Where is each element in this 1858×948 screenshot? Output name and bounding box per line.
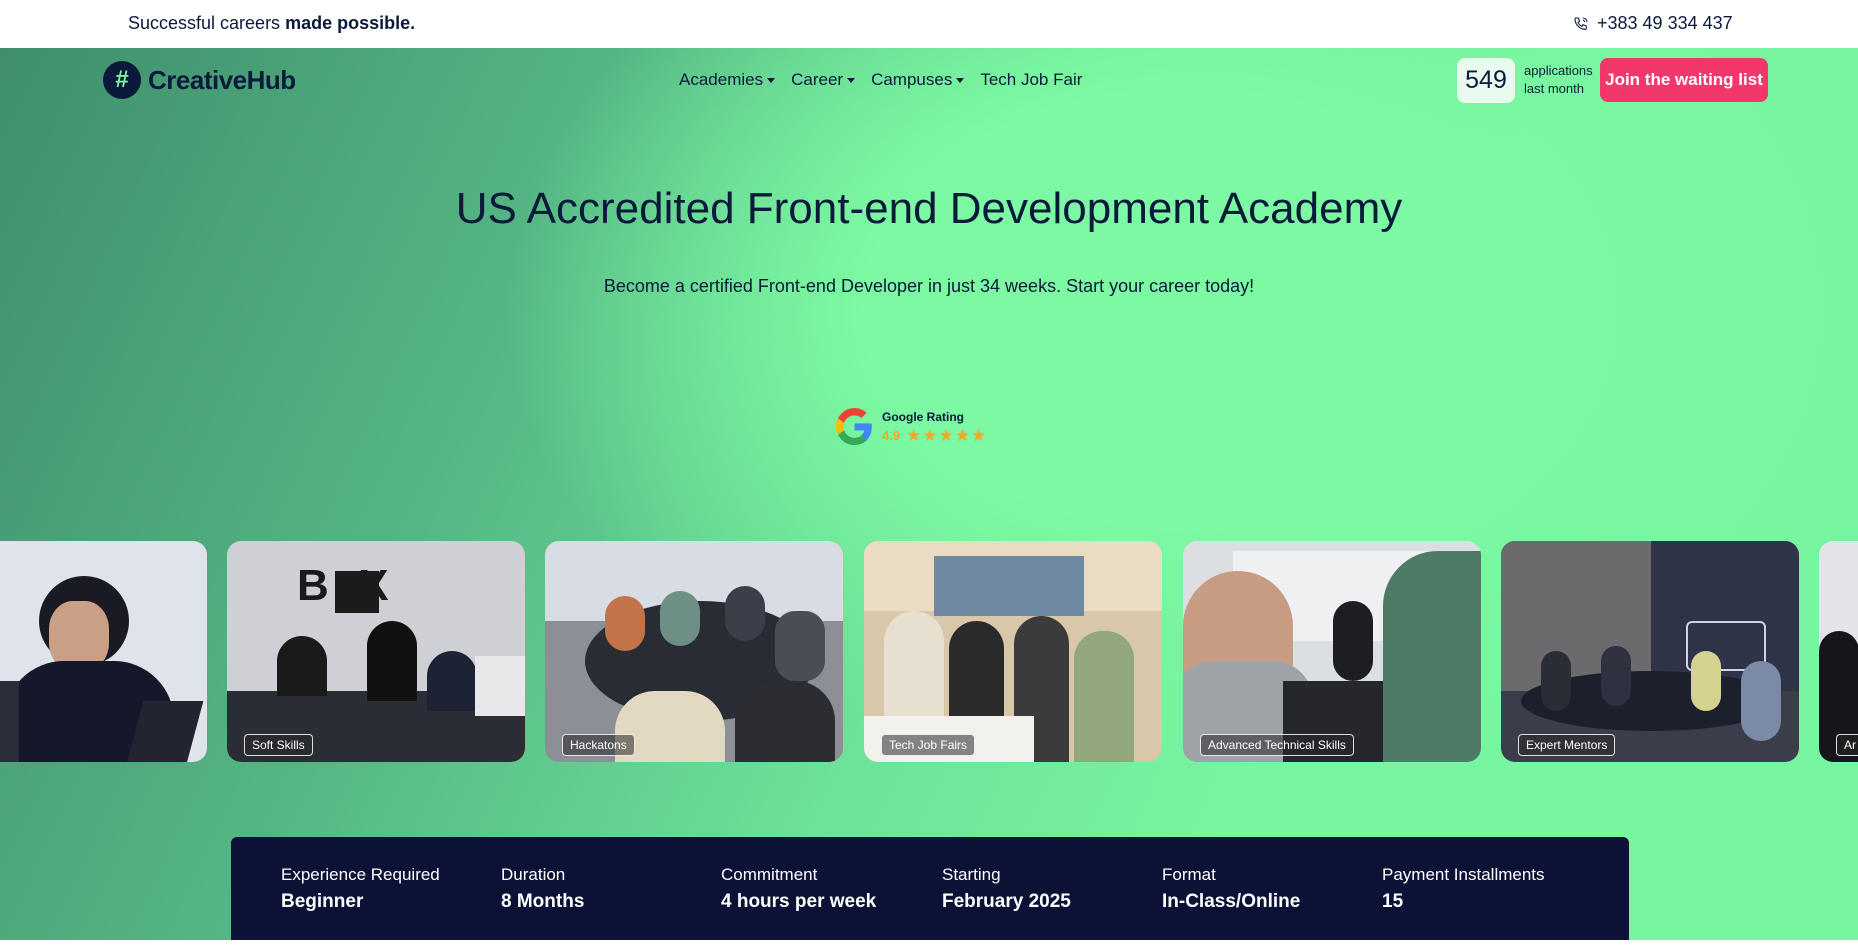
hero-section: # CreativeHub Academies Career Campuses … xyxy=(0,48,1858,940)
rating-score: 4.9 xyxy=(882,427,901,443)
page-subtitle: Become a certified Front-end Developer i… xyxy=(603,276,1255,296)
phone-number: +383 49 334 437 xyxy=(1597,13,1733,33)
main-nav: # CreativeHub Academies Career Campuses … xyxy=(0,48,1858,112)
top-bar: Successful careers made possible. +383 4… xyxy=(0,0,1858,48)
stat-label: Commitment xyxy=(721,865,818,884)
nav-menu: Academies Career Campuses Tech Job Fair xyxy=(679,70,1082,90)
photo-carousel[interactable]: t B X Soft Skills Hackatons Tech Job Fai… xyxy=(0,541,1858,763)
nav-item-label: Career xyxy=(791,70,844,89)
carousel-card[interactable]: Hackatons xyxy=(545,541,843,762)
caret-down-icon xyxy=(767,77,776,83)
nav-item-career[interactable]: Career xyxy=(791,70,856,90)
nav-item-label: Tech Job Fair xyxy=(980,70,1083,89)
page-bottom-strip xyxy=(0,940,1858,948)
nav-item-tech-job-fair[interactable]: Tech Job Fair xyxy=(980,70,1082,90)
tagline-regular: Successful careers xyxy=(128,13,286,33)
logo[interactable]: # CreativeHub xyxy=(103,61,296,99)
applications-label-line1: applications xyxy=(1524,63,1593,78)
applications-counter: 549 xyxy=(1457,58,1515,103)
carousel-card-label: Advanced Technical Skills xyxy=(1200,734,1354,756)
caret-down-icon xyxy=(956,77,965,83)
phone-link[interactable]: +383 49 334 437 xyxy=(1573,13,1733,34)
program-stats: Experience Required Beginner Duration 8 … xyxy=(231,837,1629,948)
stat-commitment: Commitment 4 hours per week xyxy=(721,865,876,913)
stat-experience: Experience Required Beginner xyxy=(281,865,440,913)
logo-mark-glyph: # xyxy=(115,66,129,93)
phone-icon xyxy=(1574,16,1588,30)
carousel-card-label: Hackatons xyxy=(562,734,635,756)
stat-starting: Starting February 2025 xyxy=(942,865,1071,913)
caret-down-icon xyxy=(847,77,856,83)
nav-item-label: Campuses xyxy=(871,70,953,89)
carousel-card-label: Ar xyxy=(1836,734,1858,756)
stat-label: Format xyxy=(1162,865,1216,884)
stat-label: Payment Installments xyxy=(1382,865,1545,884)
nav-item-academies[interactable]: Academies xyxy=(679,70,776,90)
carousel-card-label: Soft Skills xyxy=(244,734,313,756)
stat-label: Experience Required xyxy=(281,865,440,884)
stat-format: Format In-Class/Online xyxy=(1162,865,1300,913)
carousel-card[interactable]: Advanced Technical Skills xyxy=(1183,541,1481,762)
tagline-bold: made possible. xyxy=(285,13,416,33)
carousel-card[interactable]: Expert Mentors xyxy=(1501,541,1799,762)
rating-label: Google Rating xyxy=(882,409,964,424)
nav-item-campuses[interactable]: Campuses xyxy=(871,70,965,90)
rating-row: 4.9 ★★★★★ xyxy=(882,427,987,444)
carousel-card-label: Tech Job Fairs xyxy=(881,734,976,756)
page-title: US Accredited Front-end Development Acad… xyxy=(455,184,1403,233)
stat-payment: Payment Installments 15 xyxy=(1382,865,1545,913)
applications-label: applications last month xyxy=(1524,62,1593,98)
carousel-card[interactable]: t xyxy=(0,541,207,762)
stat-label: Duration xyxy=(501,865,566,884)
stat-value: 4 hours per week xyxy=(721,891,877,912)
stat-value: 15 xyxy=(1382,891,1404,912)
google-icon xyxy=(836,408,872,445)
tagline: Successful careers made possible. xyxy=(128,13,415,34)
carousel-card[interactable]: Ar xyxy=(1819,541,1858,762)
stat-value: February 2025 xyxy=(942,891,1071,912)
stat-value: Beginner xyxy=(281,891,364,912)
stat-value: In-Class/Online xyxy=(1162,891,1301,912)
rating-stars-icon: ★★★★★ xyxy=(906,425,988,445)
logo-mark-icon: # xyxy=(103,61,141,99)
carousel-card-label: Expert Mentors xyxy=(1518,734,1616,756)
logo-text: CreativeHub xyxy=(148,64,296,95)
stat-label: Starting xyxy=(942,865,1001,884)
rating-text: Google Rating 4.9 ★★★★★ xyxy=(882,410,987,444)
google-rating[interactable]: Google Rating 4.9 ★★★★★ xyxy=(836,408,987,445)
carousel-card[interactable]: Tech Job Fairs xyxy=(864,541,1162,762)
applications-label-line2: last month xyxy=(1524,81,1584,96)
carousel-card[interactable]: B X Soft Skills xyxy=(227,541,525,762)
join-waiting-list-button[interactable]: Join the waiting list xyxy=(1600,58,1768,102)
stat-duration: Duration 8 Months xyxy=(501,865,584,913)
nav-item-label: Academies xyxy=(679,70,764,89)
stat-value: 8 Months xyxy=(501,891,585,912)
